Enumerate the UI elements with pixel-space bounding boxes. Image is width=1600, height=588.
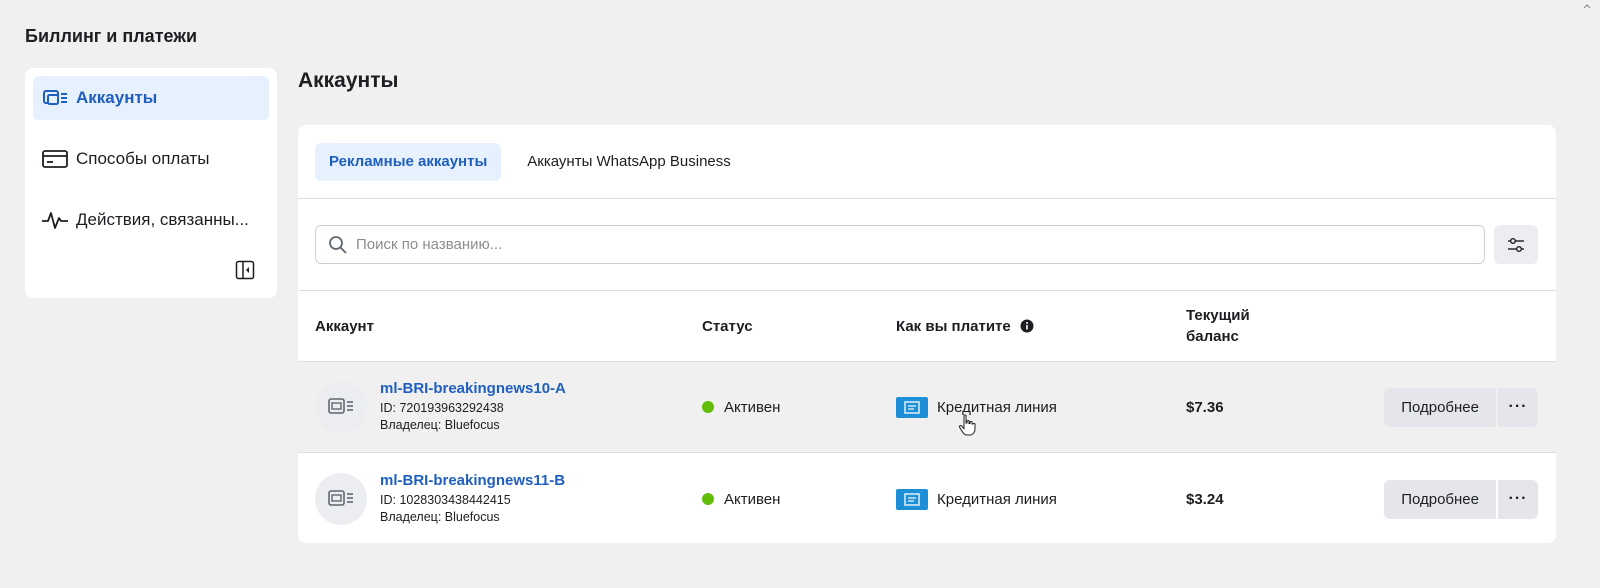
sidebar-item-label: Действия, связанны...: [76, 210, 249, 229]
header-account[interactable]: Аккаунт: [315, 318, 702, 335]
credit-line-icon: [896, 488, 928, 510]
status-cell: Активен: [702, 399, 896, 416]
account-id: ID: 1028303438442415: [380, 493, 511, 507]
pay-text: Кредитная линия: [937, 398, 1057, 416]
search-input[interactable]: [356, 236, 1484, 253]
more-options-button[interactable]: ···: [1498, 387, 1538, 427]
status-active-dot: [702, 493, 714, 505]
ad-account-icon: [315, 381, 367, 433]
header-balance[interactable]: Текущий баланс: [1186, 305, 1306, 347]
balance-value: $3.24: [1186, 490, 1224, 508]
status-text: Активен: [724, 398, 781, 416]
account-name-link[interactable]: ml-BRI-breakingnews11-B: [380, 472, 565, 489]
tab-whatsapp-accounts[interactable]: Аккаунты WhatsApp Business: [513, 143, 744, 181]
sidebar-item-label: Аккаунты: [76, 88, 158, 107]
balance-value: $7.36: [1186, 398, 1224, 416]
search-row: [298, 199, 1556, 291]
sidebar-item-label: Способы оплаты: [76, 149, 210, 168]
status-text: Активен: [724, 490, 781, 508]
details-button[interactable]: Подробнее: [1384, 479, 1496, 519]
info-icon[interactable]: [1020, 319, 1034, 333]
search-icon: [329, 235, 347, 254]
sidebar-item-activity[interactable]: Действия, связанны...: [33, 198, 269, 242]
sidebar-item-payment-methods[interactable]: Способы оплаты: [33, 137, 269, 181]
ad-account-icon: [315, 473, 367, 525]
filter-button[interactable]: [1494, 225, 1538, 264]
account-owner: Владелец: Bluefocus: [380, 418, 500, 432]
tabs: Рекламные аккаунты Аккаунты WhatsApp Bus…: [298, 125, 1556, 199]
collapse-sidebar-button[interactable]: [233, 258, 257, 282]
more-options-button[interactable]: ···: [1498, 479, 1538, 519]
details-button[interactable]: Подробнее: [1384, 387, 1496, 427]
pay-text: Кредитная линия: [937, 490, 1057, 508]
activity-icon: [41, 208, 69, 232]
table-row[interactable]: ml-BRI-breakingnews11-B ID: 102830343844…: [298, 453, 1556, 543]
actions-cell: Подробнее ···: [1336, 387, 1556, 427]
account-name-link[interactable]: ml-BRI-breakingnews10-A: [380, 380, 566, 397]
accounts-icon: [41, 86, 69, 110]
credit-card-icon: [41, 147, 69, 171]
header-pay[interactable]: Как вы платите: [896, 318, 1186, 335]
status-cell: Активен: [702, 491, 896, 508]
search-box[interactable]: [315, 225, 1485, 264]
credit-line-icon: [896, 396, 928, 418]
page-title: Биллинг и платежи: [25, 26, 198, 46]
sidebar: Аккаунты Способы оплаты Действия, связан…: [25, 68, 277, 298]
pay-cell: Кредитная линия: [896, 488, 1186, 510]
accounts-card: Рекламные аккаунты Аккаунты WhatsApp Bus…: [298, 125, 1556, 543]
account-id: ID: 720193963292438: [380, 401, 504, 415]
header-status[interactable]: Статус: [702, 318, 896, 335]
status-active-dot: [702, 401, 714, 413]
sliders-icon: [1508, 237, 1524, 252]
account-cell: ml-BRI-breakingnews11-B ID: 102830343844…: [315, 472, 702, 526]
hand-cursor-icon: [958, 414, 976, 436]
pay-cell: Кредитная линия: [896, 396, 1186, 418]
collapse-sidebar-icon: [235, 260, 255, 280]
account-owner: Владелец: Bluefocus: [380, 510, 500, 524]
main-title: Аккаунты: [298, 69, 399, 92]
sidebar-item-accounts[interactable]: Аккаунты: [33, 76, 269, 120]
tab-ad-accounts[interactable]: Рекламные аккаунты: [315, 142, 502, 181]
header-pay-label: Как вы платите: [896, 317, 1011, 335]
account-cell: ml-BRI-breakingnews10-A ID: 720193963292…: [315, 380, 702, 434]
table-header: Аккаунт Статус Как вы платите Текущий ба…: [298, 291, 1556, 361]
chevron-up-icon: [1583, 4, 1591, 9]
actions-cell: Подробнее ···: [1336, 479, 1556, 519]
table-row[interactable]: ml-BRI-breakingnews10-A ID: 720193963292…: [298, 361, 1556, 453]
